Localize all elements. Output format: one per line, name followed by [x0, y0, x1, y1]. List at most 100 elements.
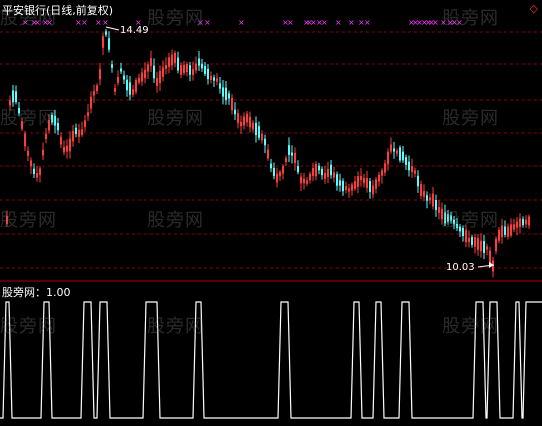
- candle-body: [510, 224, 512, 236]
- candle-body: [216, 78, 218, 82]
- candle-body: [141, 72, 143, 82]
- candle-body: [501, 225, 503, 238]
- candle-body: [240, 121, 242, 127]
- signal-marker: ×: [432, 18, 439, 27]
- candle-body: [396, 150, 398, 154]
- candle-body: [174, 52, 176, 64]
- candle-body: [195, 63, 197, 71]
- candle-body: [438, 207, 440, 213]
- candle-body: [189, 65, 191, 75]
- candle-body: [486, 246, 488, 250]
- chart-window: × × × × × × × × × × × × × × × × × × × × × × × × × × × × × × × × × × × 14.49…: [0, 0, 542, 426]
- candle-body: [483, 241, 485, 253]
- candle-body: [489, 250, 491, 264]
- candle-body: [12, 90, 14, 103]
- candle-body: [369, 181, 371, 192]
- candle-body: [132, 89, 134, 95]
- candle-body: [69, 138, 71, 152]
- candle-body: [435, 199, 437, 211]
- candle-body: [153, 65, 155, 79]
- candle-body: [324, 172, 326, 180]
- candle-body: [162, 67, 164, 77]
- candle-body: [237, 112, 239, 124]
- candle-body: [399, 147, 401, 161]
- candle-body: [309, 173, 311, 181]
- candle-body: [357, 176, 359, 187]
- candle-body: [255, 122, 257, 136]
- candle-body: [480, 240, 482, 252]
- low-price-label: 10.03: [446, 262, 475, 273]
- candle-body: [393, 148, 395, 152]
- candle-body: [429, 197, 431, 201]
- candle-body: [387, 151, 389, 165]
- candle-body: [363, 177, 365, 184]
- candle-body: [516, 221, 518, 228]
- candle-body: [318, 165, 320, 171]
- diamond-icon[interactable]: ◇: [530, 3, 538, 14]
- candle-body: [222, 87, 224, 97]
- candle-body: [72, 130, 74, 142]
- watermark-text: 股旁网: [442, 210, 499, 231]
- candle-body: [252, 122, 254, 130]
- candle-body: [375, 179, 377, 189]
- watermark-text: 股旁网: [147, 8, 204, 29]
- candle-body: [528, 216, 530, 226]
- signal-marker: ×: [335, 18, 342, 27]
- candle-body: [468, 237, 470, 243]
- signal-marker: ×: [321, 18, 328, 27]
- candle-body: [120, 68, 122, 72]
- candle-body: [411, 165, 413, 173]
- signal-marker: ×: [81, 18, 88, 27]
- candle-body: [126, 79, 128, 91]
- candle-body: [360, 176, 362, 180]
- candle-body: [264, 138, 266, 146]
- candle-body: [477, 238, 479, 250]
- signal-marker: ×: [238, 18, 245, 27]
- candle-body: [525, 219, 527, 225]
- candle-body: [297, 165, 299, 173]
- candle-body: [246, 113, 248, 123]
- chart-title: 平安银行(日线,前复权): [2, 4, 114, 17]
- candle-body: [150, 58, 152, 66]
- candle-body: [306, 180, 308, 184]
- candle-body: [384, 163, 386, 173]
- candle-body: [414, 170, 416, 174]
- candle-body: [282, 166, 284, 174]
- candle-body: [513, 224, 515, 230]
- candle-body: [66, 145, 68, 152]
- candle-body: [63, 146, 65, 153]
- candle-body: [123, 75, 125, 80]
- candle-body: [81, 129, 83, 136]
- candle-body: [36, 173, 38, 178]
- candle-body: [426, 195, 428, 201]
- candle-body: [207, 68, 209, 80]
- candle-body: [423, 191, 425, 197]
- candle-body: [342, 180, 344, 192]
- candle-body: [273, 167, 275, 177]
- candle-body: [348, 188, 350, 192]
- candle-body: [345, 186, 347, 190]
- candle-body: [402, 151, 404, 161]
- candle-body: [519, 218, 521, 227]
- candle-body: [333, 172, 335, 178]
- candle-body: [114, 88, 116, 92]
- candle-body: [279, 172, 281, 176]
- candle-body: [420, 184, 422, 196]
- candle-body: [192, 68, 194, 76]
- candle-body: [219, 83, 221, 89]
- candle-body: [24, 133, 26, 147]
- watermark-text: 股旁网: [147, 108, 204, 129]
- candle-body: [327, 168, 329, 178]
- candle-body: [138, 77, 140, 83]
- candle-body: [30, 160, 32, 167]
- candle-body: [108, 38, 110, 50]
- candle-body: [231, 97, 233, 111]
- candle-body: [276, 173, 278, 183]
- candle-body: [84, 120, 86, 127]
- candle-body: [15, 91, 17, 103]
- candle-body: [165, 65, 167, 69]
- candle-body: [405, 157, 407, 165]
- candle-body: [57, 122, 59, 131]
- candle-body: [33, 168, 35, 174]
- watermark-text: 股旁网: [147, 316, 204, 337]
